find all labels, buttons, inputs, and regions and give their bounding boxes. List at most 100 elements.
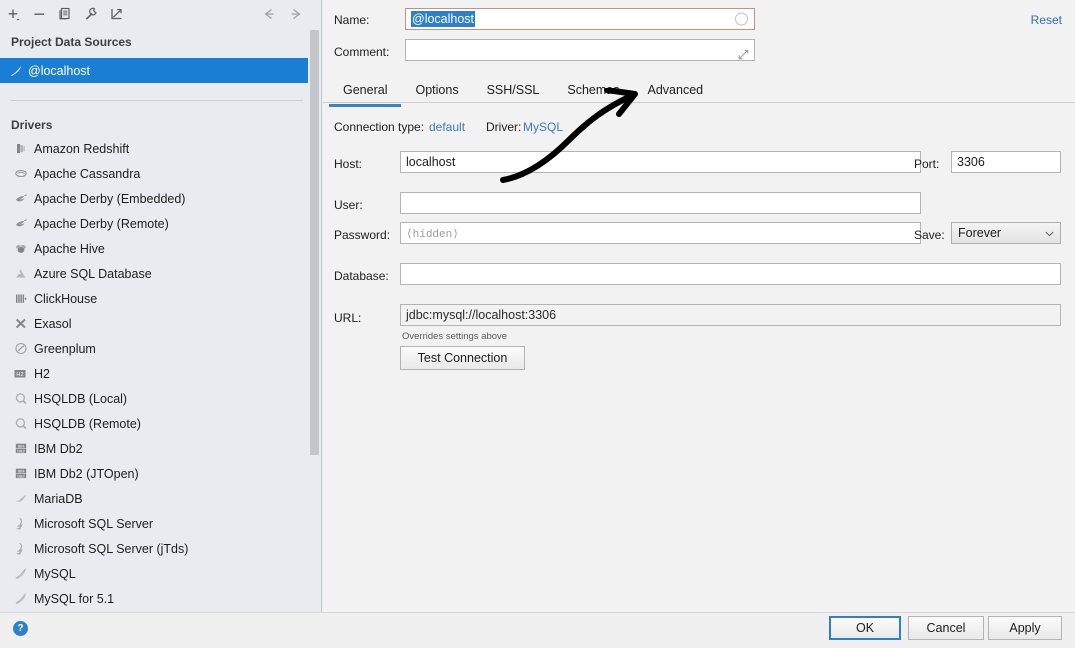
driver-value[interactable]: MySQL — [523, 120, 563, 134]
driver-label: HSQLDB (Local) — [34, 391, 128, 406]
save-password-select[interactable]: Forever — [951, 222, 1061, 244]
driver-item-mysql[interactable]: MySQL — [0, 561, 309, 586]
back-arrow-icon[interactable] — [256, 2, 282, 26]
apply-button[interactable]: Apply — [988, 616, 1062, 640]
driver-item-ibm-db2-jtopen[interactable]: IBM DB2 IBM Db2 (JTOpen) — [0, 461, 309, 486]
driver-item-azure-sql-database[interactable]: Azure SQL Database — [0, 261, 309, 286]
driver-label: Apache Cassandra — [34, 166, 141, 181]
comment-label: Comment: — [334, 45, 390, 59]
driver-label: ClickHouse — [34, 291, 98, 306]
ok-button[interactable]: OK — [829, 616, 901, 640]
driver-label: Microsoft SQL Server (jTds) — [34, 541, 189, 556]
tab-schemas[interactable]: Schemas — [553, 78, 633, 103]
driver-item-mysql-for-51[interactable]: MySQL for 5.1 — [0, 586, 309, 611]
svg-text:DB2: DB2 — [17, 474, 24, 478]
test-connection-button[interactable]: Test Connection — [400, 346, 525, 370]
port-input-value: 3306 — [957, 155, 985, 169]
driver-label: Greenplum — [34, 341, 96, 356]
datasource-settings-window: Project Data Sources @localhost Drivers — [0, 0, 1075, 648]
database-input[interactable] — [400, 263, 1061, 285]
db2-icon: IBM DB2 — [12, 440, 29, 457]
host-input[interactable]: localhost — [400, 151, 921, 173]
settings-tabs: General Options SSH/SSL Schemas Advanced — [329, 78, 718, 107]
url-hint: Overrides settings above — [402, 331, 508, 342]
driver-item-apache-derby-embedded[interactable]: Apache Derby (Embedded) — [0, 186, 309, 211]
driver-item-ibm-db2[interactable]: IBM DB2 IBM Db2 — [0, 436, 309, 461]
h2-icon: H2 — [12, 365, 29, 382]
driver-label: Apache Hive — [34, 241, 105, 256]
tab-advanced[interactable]: Advanced — [634, 78, 718, 103]
sidebar-scrollbar-track[interactable] — [308, 0, 321, 612]
driver-item-amazon-redshift[interactable]: Amazon Redshift — [0, 136, 309, 161]
driver-item-hsqldb-remote[interactable]: HSQLDB (Remote) — [0, 411, 309, 436]
password-placeholder: ⟨hidden⟩ — [406, 229, 459, 241]
comment-input[interactable] — [405, 39, 755, 61]
add-icon[interactable] — [0, 2, 26, 26]
reset-link[interactable]: Reset — [1031, 13, 1062, 27]
tab-ssh-ssl[interactable]: SSH/SSL — [473, 78, 554, 103]
cancel-button[interactable]: Cancel — [908, 616, 984, 640]
host-input-value: localhost — [406, 155, 456, 169]
database-label: Database: — [334, 269, 389, 283]
driver-label: Azure SQL Database — [34, 266, 152, 281]
data-source-item-localhost[interactable]: @localhost — [0, 58, 309, 83]
driver-item-apache-cassandra[interactable]: Apache Cassandra — [0, 161, 309, 186]
driver-item-hsqldb-local[interactable]: HSQLDB (Local) — [0, 386, 309, 411]
cassandra-icon — [12, 165, 29, 182]
driver-item-apache-derby-remote[interactable]: Apache Derby (Remote) — [0, 211, 309, 236]
mariadb-icon — [12, 490, 29, 507]
user-input[interactable] — [400, 192, 921, 214]
connection-type-value[interactable]: default — [429, 120, 465, 134]
driver-label: Driver: — [486, 120, 522, 134]
hsqldb-icon — [12, 390, 29, 407]
hsqldb-icon — [12, 415, 29, 432]
name-input[interactable]: @localhost — [405, 8, 755, 30]
wrench-icon[interactable] — [78, 2, 104, 26]
greenplum-icon — [12, 340, 29, 357]
mssql-icon — [12, 540, 29, 557]
driver-item-mariadb[interactable]: MariaDB — [0, 486, 309, 511]
password-label: Password: — [334, 228, 391, 242]
driver-item-microsoft-sql-server-jtds[interactable]: Microsoft SQL Server (jTds) — [0, 536, 309, 561]
chevron-down-icon — [1045, 223, 1054, 243]
sidebar-divider — [11, 100, 303, 101]
drivers-list: Amazon Redshift Apache Cassandra Apache … — [0, 136, 309, 611]
derby-icon — [12, 215, 29, 232]
driver-label: MariaDB — [34, 491, 83, 506]
remove-icon[interactable] — [26, 2, 52, 26]
save-label: Save: — [914, 228, 945, 242]
driver-item-clickhouse[interactable]: ClickHouse — [0, 286, 309, 311]
driver-item-greenplum[interactable]: Greenplum — [0, 336, 309, 361]
left-toolbar — [0, 0, 321, 28]
svg-text:IBM: IBM — [17, 469, 24, 473]
driver-item-microsoft-sql-server[interactable]: Microsoft SQL Server — [0, 511, 309, 536]
derby-icon — [12, 190, 29, 207]
driver-label: MySQL for 5.1 — [34, 591, 115, 606]
connection-settings-panel: Name: @localhost Comment: Reset General … — [323, 0, 1075, 612]
driver-label: IBM Db2 (JTOpen) — [34, 466, 139, 481]
password-input[interactable]: ⟨hidden⟩ — [400, 222, 921, 244]
tab-options[interactable]: Options — [401, 78, 472, 103]
mysql-dolphin-icon — [12, 590, 29, 607]
driver-item-apache-hive[interactable]: Apache Hive — [0, 236, 309, 261]
sidebar-scrollbar-thumb[interactable] — [310, 30, 319, 455]
driver-item-h2[interactable]: H2 H2 — [0, 361, 309, 386]
port-input[interactable]: 3306 — [951, 151, 1061, 173]
clickhouse-icon — [12, 290, 29, 307]
mysql-dolphin-icon — [8, 63, 24, 79]
driver-item-exasol[interactable]: Exasol — [0, 311, 309, 336]
url-input-value: jdbc:mysql://localhost:3306 — [406, 308, 557, 322]
user-label: User: — [334, 198, 363, 212]
url-input[interactable]: jdbc:mysql://localhost:3306 — [400, 304, 1061, 326]
data-source-label: @localhost — [28, 63, 91, 78]
hive-bee-icon — [12, 240, 29, 257]
help-icon[interactable]: ? — [13, 621, 28, 636]
copy-icon[interactable] — [52, 2, 78, 26]
expand-icon[interactable] — [738, 46, 749, 60]
host-label: Host: — [334, 157, 363, 171]
name-input-value: @localhost — [411, 11, 476, 27]
driver-label: Microsoft SQL Server — [34, 516, 154, 531]
tab-general[interactable]: General — [329, 78, 402, 107]
import-icon[interactable] — [104, 2, 130, 26]
forward-arrow-icon[interactable] — [282, 2, 308, 26]
